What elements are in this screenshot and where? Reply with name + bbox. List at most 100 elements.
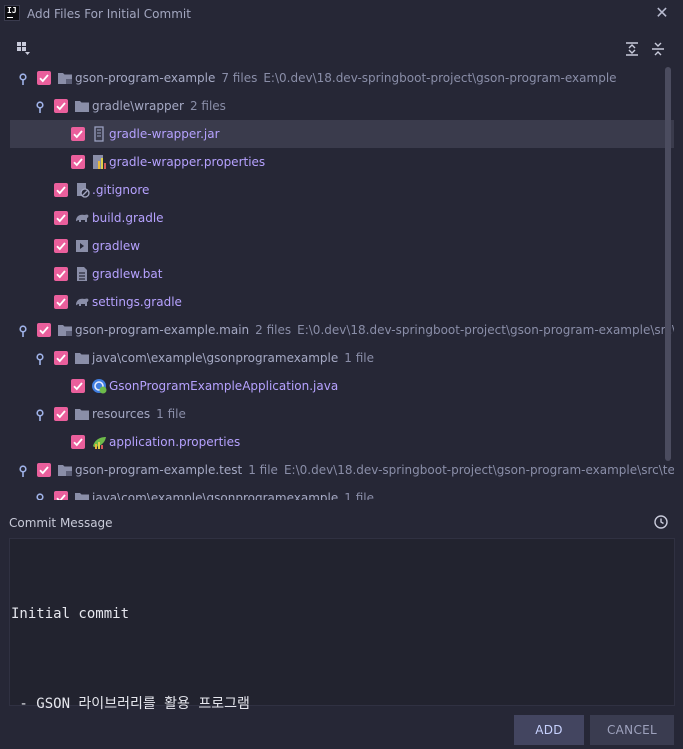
- include-checkbox[interactable]: [71, 435, 85, 449]
- expand-toggle-icon[interactable]: [18, 465, 28, 477]
- tree-row-label: gradlew.bat: [92, 266, 162, 282]
- include-checkbox[interactable]: [54, 295, 68, 309]
- tree-file-row[interactable]: application.properties: [10, 428, 674, 456]
- intellij-app-icon: IJ: [4, 5, 20, 21]
- add-button[interactable]: ADD: [514, 715, 584, 745]
- tree-row-file-count: 7 files: [221, 71, 258, 85]
- tree-file-row[interactable]: GsonProgramExampleApplication.java: [10, 372, 674, 400]
- tree-row-label: gradle-wrapper.properties: [109, 154, 265, 170]
- tree-file-row[interactable]: gradle-wrapper.jar: [10, 120, 674, 148]
- expand-toggle-icon[interactable]: [35, 353, 45, 365]
- tree-row-label: java\com\example\gsonprogramexample 1 fil…: [92, 490, 374, 500]
- tree-file-row[interactable]: build.gradle: [10, 204, 674, 232]
- tree-row-name: gradle-wrapper.jar: [109, 127, 220, 141]
- include-checkbox[interactable]: [54, 351, 68, 365]
- window-title: Add Files For Initial Commit: [27, 7, 191, 21]
- close-icon[interactable]: ✕: [653, 4, 671, 22]
- tree-row-name: resources: [92, 407, 151, 421]
- tree-row-name: gradlew.bat: [92, 267, 163, 281]
- changes-tree[interactable]: gson-program-example 7 files E:\0.dev\18.d…: [10, 64, 674, 500]
- tree-module-row[interactable]: gson-program-example.test 1 file E:\0.dev\…: [10, 456, 674, 484]
- tree-row-name: gradle\wrapper: [92, 99, 184, 113]
- tree-row-name: gradle-wrapper.properties: [109, 155, 266, 169]
- tree-row-label: build.gradle: [92, 210, 164, 226]
- tree-file-row[interactable]: gradle-wrapper.properties: [10, 148, 674, 176]
- tree-module-row[interactable]: gson-program-example 7 files E:\0.dev\18.d…: [10, 64, 674, 92]
- tree-folder-row[interactable]: gradle\wrapper 2 files: [10, 92, 674, 120]
- include-checkbox[interactable]: [54, 183, 68, 197]
- tree-file-row[interactable]: .gitignore: [10, 176, 674, 204]
- tree-folder-row[interactable]: java\com\example\gsonprogramexample 1 fil…: [10, 344, 674, 372]
- tree-row-name: GsonProgramExampleApplication.java: [109, 379, 339, 393]
- expand-all-icon[interactable]: [624, 41, 640, 57]
- cancel-button[interactable]: CANCEL: [590, 715, 674, 745]
- tree-row-label: resources 1 file: [92, 406, 186, 422]
- include-checkbox[interactable]: [71, 155, 85, 169]
- tree-row-name: build.gradle: [92, 211, 164, 225]
- include-checkbox[interactable]: [37, 323, 51, 337]
- app-icon-bar: [7, 17, 13, 18]
- tree-file-row[interactable]: gradlew.bat: [10, 260, 674, 288]
- group-by-icon[interactable]: [17, 42, 31, 56]
- tree-row-label: gson-program-example.test 1 file E:\0.dev\…: [75, 462, 674, 478]
- commit-message-label: Commit Message: [9, 516, 113, 530]
- tree-file-row[interactable]: settings.gradle: [10, 288, 674, 316]
- expand-toggle-icon[interactable]: [35, 493, 45, 500]
- gitignore-file-icon: [74, 182, 90, 198]
- include-checkbox[interactable]: [54, 267, 68, 281]
- folder-icon: [74, 350, 90, 366]
- folder-icon: [74, 406, 90, 422]
- tree-row-file-count: 2 files: [255, 323, 292, 337]
- gradle-file-icon: [74, 294, 90, 310]
- tree-row-file-count: 1 file: [344, 491, 374, 500]
- module-icon: [57, 322, 73, 338]
- tree-module-row[interactable]: gson-program-example.main 2 files E:\0.dev…: [10, 316, 674, 344]
- expand-toggle-icon[interactable]: [35, 409, 45, 421]
- folder-icon: [74, 490, 90, 500]
- expand-toggle-icon[interactable]: [18, 325, 28, 337]
- module-icon: [57, 462, 73, 478]
- tree-row-label: gradle-wrapper.jar: [109, 126, 220, 142]
- include-checkbox[interactable]: [71, 127, 85, 141]
- include-checkbox[interactable]: [54, 211, 68, 225]
- shell-file-icon: [74, 238, 90, 254]
- tree-row-label: settings.gradle: [92, 294, 182, 310]
- include-checkbox[interactable]: [37, 463, 51, 477]
- tree-scrollbar[interactable]: [665, 67, 671, 461]
- tree-row-file-count: 1 file: [248, 463, 278, 477]
- tree-row-name: application.properties: [109, 435, 241, 449]
- include-checkbox[interactable]: [54, 239, 68, 253]
- tree-row-file-count: 2 files: [189, 99, 226, 113]
- tree-row-label: gradle\wrapper 2 files: [92, 98, 226, 114]
- include-checkbox[interactable]: [54, 407, 68, 421]
- history-icon[interactable]: [653, 514, 669, 530]
- tree-row-name: gson-program-example.main: [75, 323, 250, 337]
- include-checkbox[interactable]: [37, 71, 51, 85]
- spring-properties-icon: [91, 434, 107, 450]
- app-icon-text: IJ: [7, 6, 17, 15]
- expand-toggle-icon[interactable]: [35, 101, 45, 113]
- commit-message-input[interactable]: Initial commit - GSON 라이브러리를 활용 프로그램: [9, 538, 675, 712]
- tree-row-path: E:\0.dev\18.dev-springboot-project\gson-…: [283, 463, 674, 477]
- tree-row-label: gson-program-example.main 2 files E:\0.dev…: [75, 322, 674, 338]
- include-checkbox[interactable]: [54, 491, 68, 500]
- include-checkbox[interactable]: [71, 379, 85, 393]
- tree-row-name: .gitignore: [92, 183, 150, 197]
- tree-row-name: gson-program-example: [75, 71, 216, 85]
- tree-folder-row[interactable]: java\com\example\gsonprogramexample 1 fil…: [10, 484, 674, 500]
- spring-class-icon: [91, 378, 107, 394]
- collapse-all-icon[interactable]: [650, 41, 666, 57]
- tree-row-name: gson-program-example.test: [75, 463, 243, 477]
- tree-row-name: java\com\example\gsonprogramexample: [92, 351, 339, 365]
- tree-row-label: gradlew: [92, 238, 140, 254]
- tree-row-label: .gitignore: [92, 182, 149, 198]
- tree-row-label: gson-program-example 7 files E:\0.dev\18.d…: [75, 70, 617, 86]
- tree-toolbar: [0, 38, 683, 60]
- module-icon: [57, 70, 73, 86]
- tree-folder-row[interactable]: resources 1 file: [10, 400, 674, 428]
- tree-file-row[interactable]: gradlew: [10, 232, 674, 260]
- include-checkbox[interactable]: [54, 99, 68, 113]
- tree-row-name: gradlew: [92, 239, 141, 253]
- folder-icon: [74, 98, 90, 114]
- expand-toggle-icon[interactable]: [18, 73, 28, 85]
